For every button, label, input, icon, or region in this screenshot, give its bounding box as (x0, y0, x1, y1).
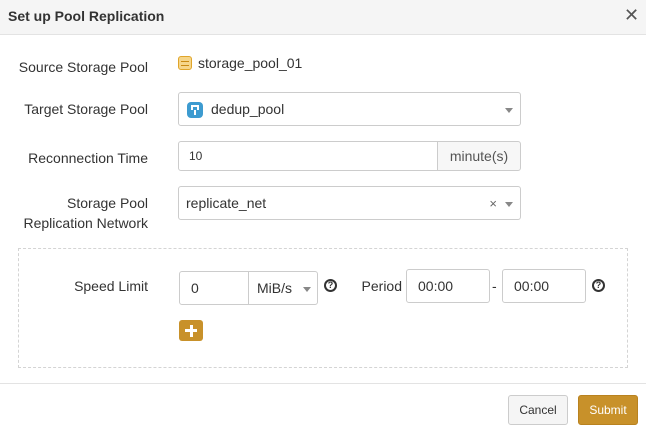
close-icon[interactable]: ✕ (624, 6, 639, 24)
period-help-icon[interactable]: ? (592, 279, 605, 292)
speed-limit-input[interactable] (179, 271, 249, 305)
clear-icon[interactable]: × (489, 197, 497, 211)
network-label-line2: Replication Network (23, 215, 149, 231)
period-start-field[interactable] (407, 270, 489, 302)
speed-help-icon[interactable]: ? (324, 279, 337, 292)
reconnection-time-field[interactable] (179, 142, 437, 170)
reconnection-time-input[interactable] (178, 141, 438, 171)
reconnection-time-label: Reconnection Time (28, 150, 148, 166)
storage-pool-icon (178, 56, 192, 70)
speed-unit-select[interactable]: MiB/s (248, 271, 318, 305)
dialog-header: Set up Pool Replication ✕ (0, 0, 646, 35)
reconnection-unit-addon: minute(s) (437, 141, 521, 171)
replication-network-select[interactable]: replicate_net × (178, 186, 521, 220)
speed-unit-value: MiB/s (257, 280, 292, 296)
replication-network-value: replicate_net (186, 195, 267, 211)
submit-button[interactable]: Submit (578, 395, 638, 425)
period-end-input[interactable] (502, 269, 586, 303)
dialog-footer: Cancel Submit (0, 383, 646, 433)
speed-limit-panel (18, 248, 628, 368)
network-label-line1: Storage Pool (67, 195, 148, 211)
speed-limit-label: Speed Limit (74, 278, 148, 294)
add-period-button[interactable] (179, 320, 203, 341)
period-separator: - (492, 278, 497, 294)
chevron-down-icon[interactable] (505, 108, 513, 113)
target-pool-label: Target Storage Pool (24, 101, 148, 117)
source-pool-value: storage_pool_01 (178, 53, 302, 73)
period-start-input[interactable] (406, 269, 490, 303)
target-pool-select[interactable]: dedup_pool (178, 92, 521, 126)
period-end-field[interactable] (503, 270, 585, 302)
cancel-button[interactable]: Cancel (508, 395, 568, 425)
speed-limit-field[interactable] (180, 272, 248, 304)
chevron-down-icon[interactable] (303, 287, 311, 292)
replication-dialog: Set up Pool Replication ✕ Source Storage… (0, 0, 646, 433)
source-pool-name: storage_pool_01 (198, 55, 303, 71)
dedup-pool-icon (187, 102, 203, 118)
chevron-down-icon[interactable] (505, 202, 513, 207)
source-pool-label: Source Storage Pool (18, 59, 148, 75)
period-label: Period (361, 278, 402, 294)
target-pool-value: dedup_pool (211, 101, 285, 117)
dialog-title: Set up Pool Replication (8, 8, 165, 24)
